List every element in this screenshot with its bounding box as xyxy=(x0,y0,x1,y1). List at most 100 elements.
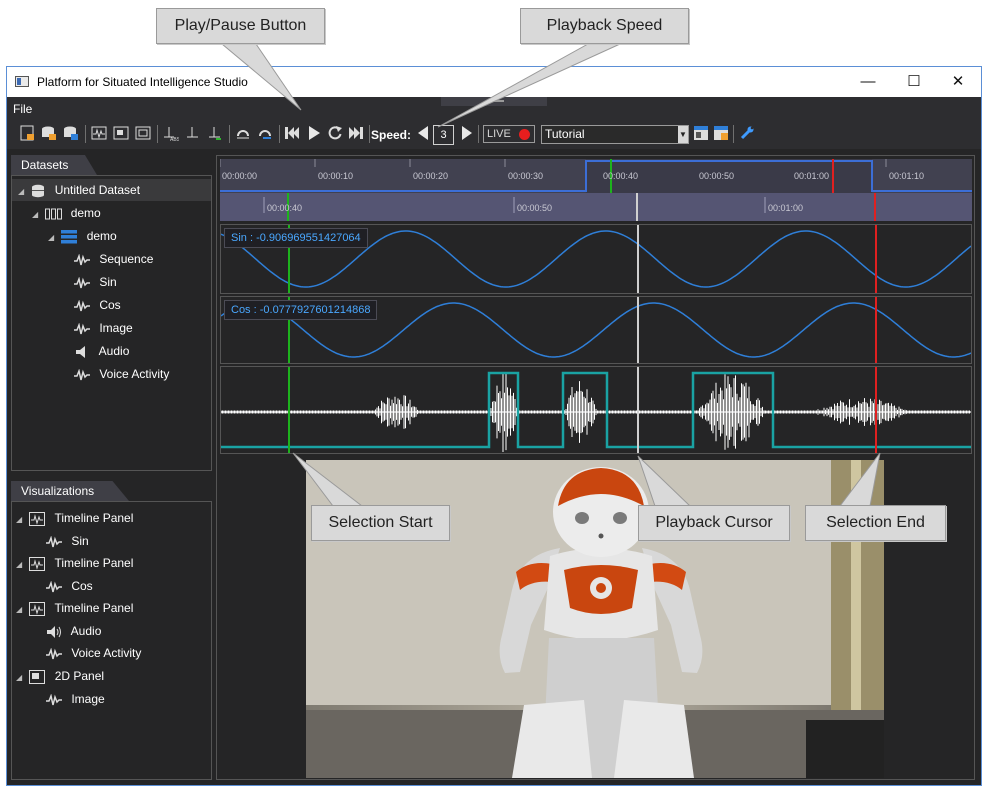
signal-icon xyxy=(74,276,90,289)
viz-item-timeline-panel[interactable]: ◢ Timeline Panel xyxy=(16,507,133,529)
timeline-ruler[interactable]: 00:00:40 00:00:50 00:01:00 xyxy=(220,193,972,221)
visualization-area: 00:00:00 00:00:10 00:00:20 00:00:30 00:0… xyxy=(216,155,975,780)
overview-tick: 00:01:10 xyxy=(889,171,925,181)
speaker-icon xyxy=(76,345,85,358)
menu-file[interactable]: File xyxy=(13,102,32,116)
speed-decrease-icon[interactable] xyxy=(415,125,431,141)
zoom-to-selection-icon[interactable] xyxy=(257,125,273,141)
tree-item-stream-audio[interactable]: Audio xyxy=(74,340,129,362)
record-icon xyxy=(519,129,530,140)
collapse-icon[interactable]: ◢ xyxy=(18,181,28,203)
open-dataset-icon[interactable] xyxy=(41,125,57,141)
viz-item-image[interactable]: Image xyxy=(46,688,105,710)
maximize-button[interactable]: ☐ xyxy=(891,67,937,97)
tree-item-stream-voice-activity[interactable]: Voice Activity xyxy=(74,363,169,385)
partition-icon xyxy=(61,229,78,244)
save-layout-icon[interactable] xyxy=(693,125,709,141)
collapse-icon[interactable]: ◢ xyxy=(48,227,58,249)
skip-to-end-icon[interactable] xyxy=(348,125,364,141)
timeline-panel-icon xyxy=(29,601,46,616)
signal-icon xyxy=(46,580,62,593)
collapse-icon[interactable]: ◢ xyxy=(16,667,26,689)
tree-item-label: Sequence xyxy=(99,252,154,266)
tab-visualizations[interactable]: Visualizations xyxy=(11,481,129,501)
tab-datasets[interactable]: Datasets xyxy=(11,155,97,175)
playback-cursor-callout: Playback Cursor xyxy=(638,505,790,541)
play-pause-icon[interactable] xyxy=(306,125,322,141)
audio-plot[interactable] xyxy=(220,366,972,454)
toolbar: ABS Speed: 3 LIVE Tutorial ▼ xyxy=(7,119,981,149)
database-icon xyxy=(32,184,45,198)
2d-panel-icon xyxy=(29,669,46,684)
cos-plot[interactable]: Cos : -0.0777927601214868 xyxy=(220,296,972,364)
viz-item-audio[interactable]: Audio xyxy=(46,620,101,642)
collapse-icon[interactable]: ◢ xyxy=(16,509,26,531)
signal-icon xyxy=(74,322,90,335)
save-layout-as-icon[interactable] xyxy=(713,125,729,141)
new-dataset-icon[interactable] xyxy=(19,125,35,141)
timeline-ruler-graphic xyxy=(220,193,972,221)
tree-item-stream-image[interactable]: Image xyxy=(74,317,133,339)
tree-item-session[interactable]: ◢ demo xyxy=(32,202,101,224)
layout-select[interactable]: Tutorial ▼ xyxy=(541,125,689,144)
collapse-icon[interactable]: ◢ xyxy=(16,554,26,576)
relative-timing-icon[interactable] xyxy=(185,125,201,141)
speed-label: Speed: xyxy=(371,128,412,142)
detail-tick: 00:00:40 xyxy=(267,203,303,213)
viz-item-cos[interactable]: Cos xyxy=(46,575,93,597)
settings-wrench-icon[interactable] xyxy=(739,125,755,141)
chevron-down-icon[interactable]: ▼ xyxy=(678,126,688,143)
toolbar-separator xyxy=(369,125,370,143)
viz-item-label: Timeline Panel xyxy=(54,511,134,525)
signal-icon xyxy=(74,253,90,266)
instant-panel-icon[interactable] xyxy=(135,125,151,141)
toolbar-separator xyxy=(478,125,479,143)
signal-icon xyxy=(74,368,90,381)
app-icon xyxy=(15,76,29,87)
viz-item-label: 2D Panel xyxy=(54,669,105,683)
viz-item-sin[interactable]: Sin xyxy=(46,530,89,552)
sin-plot[interactable]: Sin : -0.906969551427064 xyxy=(220,224,972,294)
speed-value[interactable]: 3 xyxy=(433,125,454,145)
viz-item-label: Voice Activity xyxy=(71,646,142,660)
tree-item-dataset[interactable]: ◢ Untitled Dataset xyxy=(12,179,211,201)
toolbar-separator xyxy=(229,125,230,143)
panel-grip[interactable] xyxy=(441,97,547,106)
viz-item-voice-activity[interactable]: Voice Activity xyxy=(46,642,141,664)
live-button[interactable]: LIVE xyxy=(483,125,535,143)
tree-item-stream-sequence[interactable]: Sequence xyxy=(74,248,153,270)
xy-panel-icon[interactable] xyxy=(113,125,129,141)
timeline-panel-icon xyxy=(29,556,46,571)
minimize-button[interactable]: — xyxy=(845,67,891,97)
tree-item-stream-cos[interactable]: Cos xyxy=(74,294,121,316)
timeline-panel-icon[interactable] xyxy=(91,125,107,141)
selection-timing-icon[interactable] xyxy=(207,125,223,141)
overview-tick: 00:00:10 xyxy=(318,171,354,181)
tree-item-label: Voice Activity xyxy=(99,367,170,381)
window-title: Platform for Situated Intelligence Studi… xyxy=(37,75,248,89)
tree-item-label: demo xyxy=(70,206,101,220)
viz-item-2d-panel[interactable]: ◢ 2D Panel xyxy=(16,665,104,687)
session-navigator[interactable]: 00:00:00 00:00:10 00:00:20 00:00:30 00:0… xyxy=(220,159,972,193)
tree-item-label: Image xyxy=(99,321,133,335)
repeat-icon[interactable] xyxy=(327,125,343,141)
collapse-icon[interactable]: ◢ xyxy=(16,599,26,621)
zoom-to-session-icon[interactable] xyxy=(235,125,251,141)
signal-icon xyxy=(46,535,62,548)
viz-item-timeline-panel[interactable]: ◢ Timeline Panel xyxy=(16,552,133,574)
tree-item-stream-sin[interactable]: Sin xyxy=(74,271,117,293)
tree-item-partition[interactable]: ◢ demo xyxy=(48,225,117,247)
save-dataset-icon[interactable] xyxy=(63,125,79,141)
signal-icon xyxy=(46,647,62,660)
speed-increase-icon[interactable] xyxy=(459,125,475,141)
close-button[interactable]: ✕ xyxy=(935,67,981,97)
absolute-timing-icon[interactable]: ABS xyxy=(163,125,179,141)
toolbar-separator xyxy=(733,125,734,143)
playback-speed-callout: Playback Speed xyxy=(520,8,689,44)
detail-tick: 00:01:00 xyxy=(768,203,804,213)
session-icon xyxy=(45,208,63,220)
overview-tick: 00:00:40 xyxy=(603,171,639,181)
skip-to-start-icon[interactable] xyxy=(284,125,300,141)
viz-item-timeline-panel[interactable]: ◢ Timeline Panel xyxy=(16,597,133,619)
collapse-icon[interactable]: ◢ xyxy=(32,204,42,226)
